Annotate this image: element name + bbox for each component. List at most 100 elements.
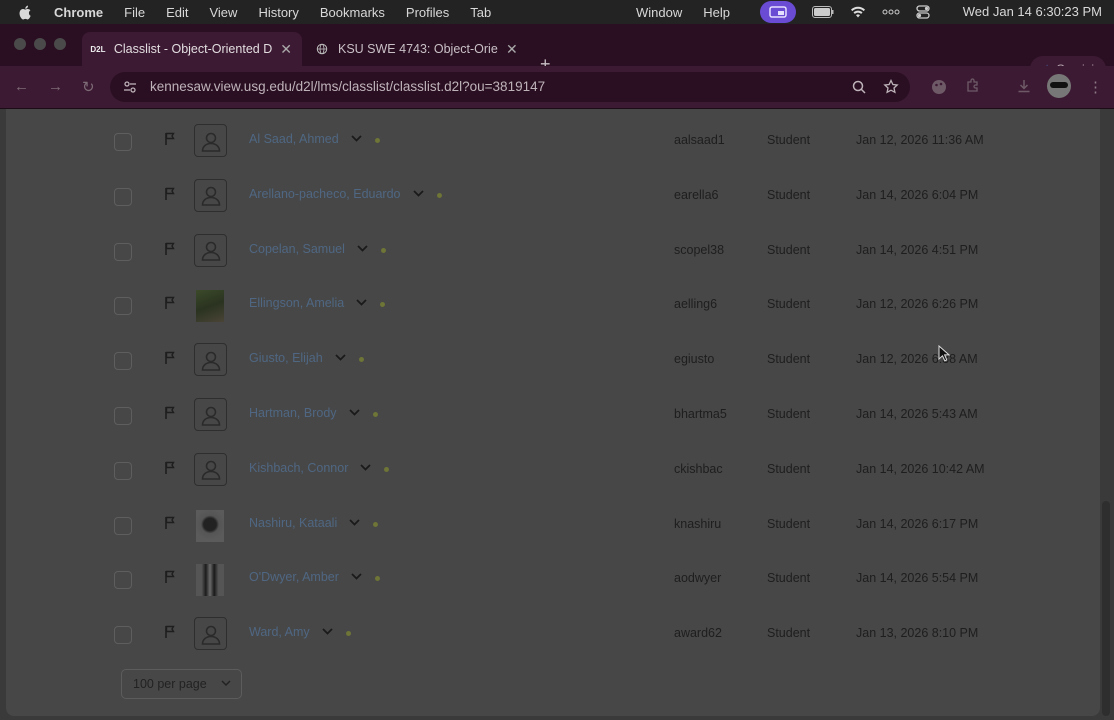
student-name-link[interactable]: Ellingson, Amelia <box>249 296 344 310</box>
download-icon[interactable] <box>1016 78 1032 94</box>
menubar-clock[interactable]: Wed Jan 14 6:30:23 PM <box>963 0 1102 24</box>
flag-icon[interactable] <box>164 406 176 420</box>
site-settings-icon[interactable] <box>122 79 138 95</box>
extension-theme-icon[interactable] <box>930 78 948 96</box>
student-name-link[interactable]: Hartman, Brody <box>249 406 337 420</box>
wifi-icon[interactable] <box>850 6 866 18</box>
chevron-down-icon[interactable] <box>351 135 362 142</box>
avatar-photo[interactable] <box>196 564 224 597</box>
browser-menu-icon[interactable]: ⋮ <box>1088 78 1103 96</box>
menu-bookmarks[interactable]: Bookmarks <box>320 5 385 20</box>
battery-icon[interactable] <box>812 6 834 18</box>
student-name-link[interactable]: Giusto, Elijah <box>249 351 323 365</box>
student-name-link[interactable]: O'Dwyer, Amber <box>249 570 339 584</box>
user-default-icon <box>201 625 220 645</box>
d2l-favicon: D2L <box>90 44 106 54</box>
profile-avatar[interactable] <box>1047 74 1071 98</box>
avatar[interactable] <box>194 124 227 157</box>
apple-icon[interactable] <box>18 5 32 20</box>
menu-history[interactable]: History <box>258 5 298 20</box>
flag-icon[interactable] <box>164 516 176 530</box>
row-checkbox[interactable] <box>114 133 132 151</box>
flag-icon[interactable] <box>164 461 176 475</box>
tab-ksu-swe[interactable]: KSU SWE 4743: Object-Orient ✕ <box>306 32 528 66</box>
per-page-select[interactable]: 100 per page <box>121 669 242 699</box>
flag-icon[interactable] <box>164 351 176 365</box>
menu-edit[interactable]: Edit <box>166 5 188 20</box>
avatar-photo[interactable] <box>196 290 224 323</box>
chevron-down-icon[interactable] <box>356 299 367 307</box>
row-checkbox[interactable] <box>114 242 132 261</box>
menu-view[interactable]: View <box>209 5 237 20</box>
address-bar[interactable]: kennesaw.view.usg.edu/d2l/lms/classlist/… <box>110 72 910 102</box>
extensions-puzzle-icon[interactable] <box>965 78 981 94</box>
window-close-button[interactable] <box>14 38 26 50</box>
menu-window[interactable]: Window <box>636 5 682 20</box>
student-name-link[interactable]: Copelan, Samuel <box>249 242 345 256</box>
flag-icon[interactable] <box>164 570 176 584</box>
menu-help[interactable]: Help <box>703 5 730 20</box>
student-name-link[interactable]: Al Saad, Ahmed <box>249 132 339 146</box>
row-checkbox[interactable] <box>114 571 132 590</box>
role: Student <box>767 461 811 476</box>
row-checkbox[interactable] <box>114 352 132 371</box>
flag-icon[interactable] <box>164 242 176 256</box>
close-icon[interactable]: ✕ <box>280 41 292 58</box>
row-checkbox[interactable] <box>114 461 132 480</box>
avatar[interactable] <box>194 617 227 651</box>
avatar[interactable] <box>194 233 227 267</box>
avatar[interactable] <box>194 343 227 377</box>
forward-icon[interactable]: → <box>48 78 63 95</box>
window-minimize-button[interactable] <box>34 38 46 50</box>
chevron-down-icon[interactable] <box>349 409 360 416</box>
avatar[interactable] <box>194 452 227 486</box>
window-zoom-button[interactable] <box>54 38 66 50</box>
globe-icon <box>316 43 328 55</box>
username: knashiru <box>674 516 722 531</box>
avatar-photo[interactable] <box>196 509 224 542</box>
screen-record-icon[interactable] <box>760 1 796 23</box>
url-text[interactable]: kennesaw.view.usg.edu/d2l/lms/classlist/… <box>150 79 545 94</box>
reload-icon[interactable]: ↻ <box>82 78 95 96</box>
chevron-down-icon[interactable] <box>413 190 424 197</box>
chevron-down-icon[interactable] <box>357 244 368 252</box>
back-icon[interactable]: ← <box>14 78 29 95</box>
menu-profiles[interactable]: Profiles <box>406 5 449 20</box>
flag-icon[interactable] <box>164 132 176 146</box>
chevron-down-icon[interactable] <box>335 354 346 361</box>
row-checkbox[interactable] <box>114 297 132 316</box>
flag-icon[interactable] <box>164 625 176 639</box>
menu-app-chrome[interactable]: Chrome <box>54 5 103 20</box>
chevron-down-icon[interactable] <box>322 628 333 635</box>
chevron-down-icon[interactable] <box>360 464 371 471</box>
row-checkbox[interactable] <box>114 407 132 425</box>
chevron-down-icon[interactable] <box>351 573 362 581</box>
row-checkbox[interactable] <box>114 626 132 645</box>
control-center-icon[interactable] <box>916 5 930 19</box>
zoom-search-icon[interactable] <box>852 80 866 94</box>
presence-dot <box>373 412 378 417</box>
username: aalsaad1 <box>674 133 725 147</box>
menu-tab[interactable]: Tab <box>470 5 491 20</box>
last-access: Jan 12, 2026 11:36 AM <box>856 133 984 147</box>
row-checkbox[interactable] <box>114 516 132 535</box>
avatar[interactable] <box>194 398 227 431</box>
student-name-link[interactable]: Nashiru, Kataali <box>249 516 337 530</box>
chevron-down-icon[interactable] <box>349 518 360 526</box>
page-scrollbar[interactable] <box>1102 501 1110 716</box>
student-name-link[interactable]: Arellano-pacheco, Eduardo <box>249 187 401 201</box>
student-name-link[interactable]: Ward, Amy <box>249 625 310 639</box>
student-name-link[interactable]: Kishbach, Connor <box>249 461 348 475</box>
menu-file[interactable]: File <box>124 5 145 20</box>
flag-icon[interactable] <box>164 187 176 201</box>
row-checkbox[interactable] <box>114 187 132 206</box>
flag-icon[interactable] <box>164 296 176 310</box>
avatar[interactable] <box>194 178 227 212</box>
more-dots-icon[interactable] <box>882 9 900 15</box>
menu-bar: Chrome File Edit View History Bookmarks … <box>0 0 1114 24</box>
username: aodwyer <box>674 571 722 586</box>
tab-classlist[interactable]: D2L Classlist - Object-Oriented D ✕ <box>82 32 302 66</box>
bookmark-star-icon[interactable] <box>883 79 899 95</box>
username: scopel38 <box>674 242 725 257</box>
close-icon[interactable]: ✕ <box>506 41 518 58</box>
